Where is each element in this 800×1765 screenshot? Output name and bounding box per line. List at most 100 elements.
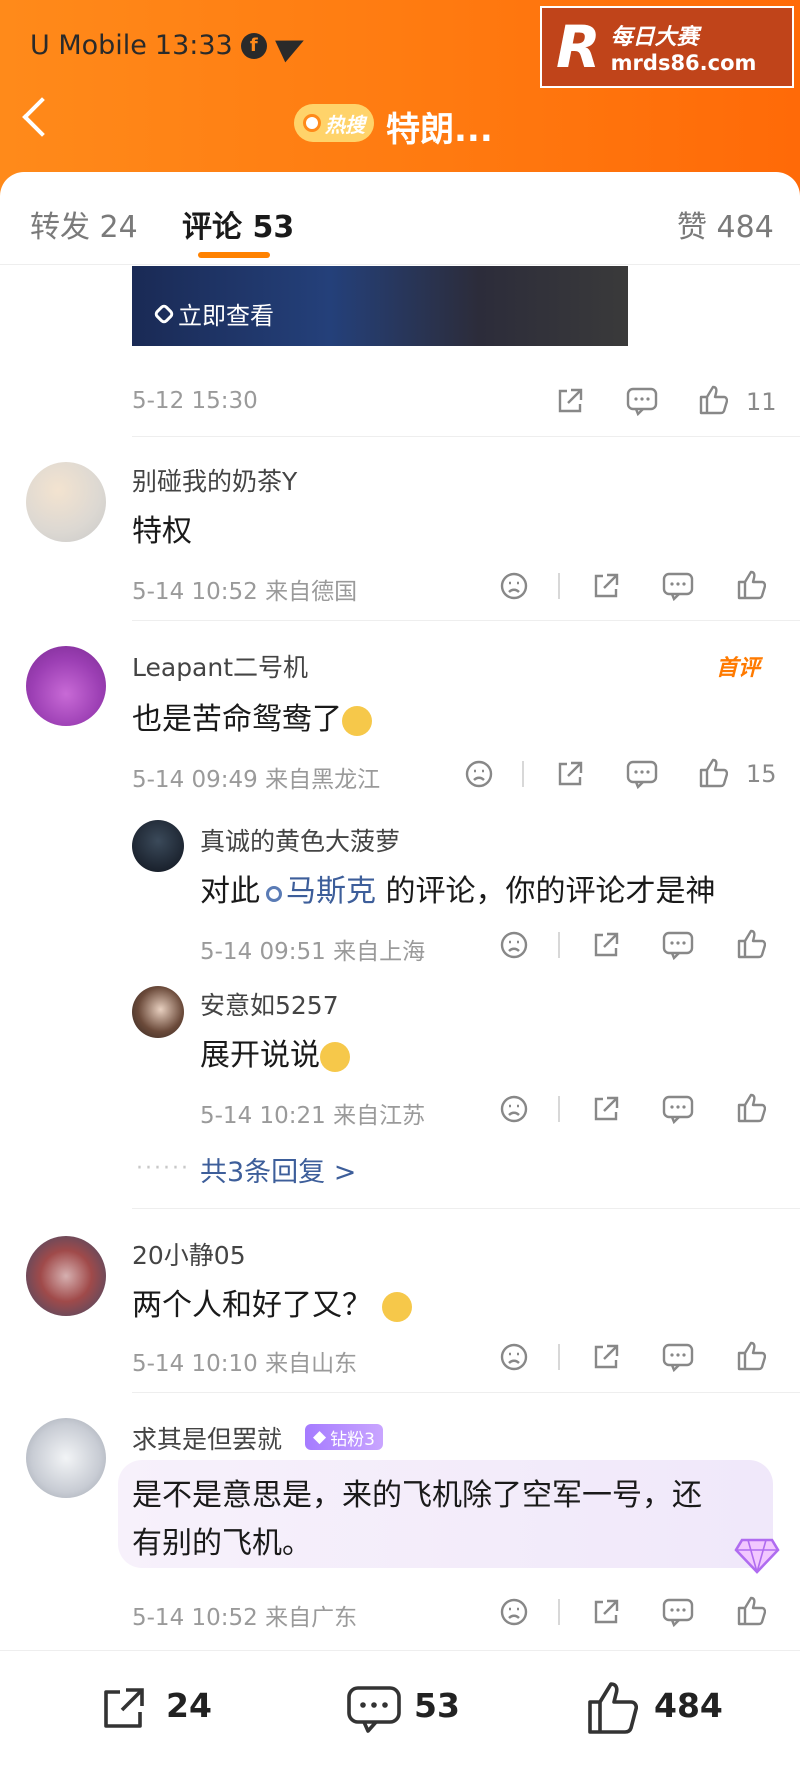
status-bar: U Mobile 13:33 f xyxy=(30,29,309,62)
hot-search-badge[interactable]: 热搜 xyxy=(294,104,374,142)
comment-meta: 5-14 10:52 来自德国 xyxy=(132,579,358,605)
like-icon[interactable] xyxy=(698,757,728,789)
comment-meta: 5-14 09:49 来自黑龙江 xyxy=(132,767,381,793)
repost-button-icon[interactable] xyxy=(98,1684,150,1734)
separator xyxy=(558,1344,560,1370)
facebook-icon: f xyxy=(240,32,267,59)
page-title: 特朗... xyxy=(386,110,493,150)
diamond-icon xyxy=(734,1538,780,1574)
like-icon[interactable] xyxy=(698,384,728,416)
share-icon[interactable] xyxy=(591,930,621,960)
search-icon xyxy=(303,114,321,132)
comment-meta: 5-14 10:10 来自山东 xyxy=(132,1351,358,1377)
clock: 13:33 xyxy=(154,30,233,61)
share-icon[interactable] xyxy=(591,1094,621,1124)
comment-username[interactable]: 20小静05 xyxy=(132,1236,246,1272)
dislike-face-icon[interactable] xyxy=(499,1342,529,1372)
video-card[interactable]: 立即查看 xyxy=(132,266,628,346)
share-icon[interactable] xyxy=(591,571,621,601)
separator xyxy=(558,573,560,599)
like-button-icon[interactable] xyxy=(586,1680,638,1736)
share-icon[interactable] xyxy=(555,759,585,789)
fan-level-badge: ◆ 钻粉3 xyxy=(305,1424,383,1450)
avatar[interactable] xyxy=(26,646,106,726)
avatar[interactable] xyxy=(26,462,106,542)
dislike-face-icon[interactable] xyxy=(499,1597,529,1627)
comment-icon[interactable] xyxy=(662,1597,694,1627)
like-icon[interactable] xyxy=(736,1092,766,1124)
comment-username[interactable]: Leapant二号机 xyxy=(132,648,308,684)
dislike-face-icon[interactable] xyxy=(499,930,529,960)
reply-text: 对此 马斯克 的评论，你的评论才是神 xyxy=(200,874,716,909)
diamond-icon: ◆ xyxy=(313,1427,327,1447)
telegram-icon xyxy=(274,29,309,62)
share-icon[interactable] xyxy=(591,1597,621,1627)
comment-text: 特权 xyxy=(132,514,192,549)
separator xyxy=(522,761,524,787)
comment-icon[interactable] xyxy=(662,571,694,601)
reply-meta: 5-14 09:51 来自上海 xyxy=(200,939,426,965)
more-replies-link[interactable]: 共3条回复 > xyxy=(200,1150,356,1189)
like-count[interactable]: 484 xyxy=(654,1686,723,1725)
dislike-face-icon[interactable] xyxy=(464,759,494,789)
comment-username[interactable]: 别碰我的奶茶Y xyxy=(132,462,297,498)
comment-meta: 5-14 10:52 来自广东 xyxy=(132,1605,358,1631)
comment-icon[interactable] xyxy=(626,759,658,789)
watermark-name: 每日大赛 xyxy=(610,25,699,50)
comment-text-line: 是不是意思是，来的飞机除了空军一号，还 xyxy=(132,1478,702,1513)
reply-meta: 5-14 10:21 来自江苏 xyxy=(200,1103,426,1129)
reply-username[interactable]: 真诚的黄色大菠萝 xyxy=(200,822,400,858)
divider xyxy=(132,1208,800,1209)
watermark-logo: R 每日大赛 mrds86.com xyxy=(540,6,794,88)
comment-username[interactable]: 求其是但罢就 xyxy=(132,1420,282,1456)
like-icon[interactable] xyxy=(736,569,766,601)
doge-emoji-icon xyxy=(342,705,372,736)
watermark-letter: R xyxy=(556,13,601,81)
tab-likes[interactable]: 赞 484 xyxy=(677,202,774,246)
watermark-domain: mrds86.com xyxy=(610,51,757,75)
repost-count[interactable]: 24 xyxy=(166,1686,212,1725)
tab-comments[interactable]: 评论 53 xyxy=(182,202,294,246)
avatar[interactable] xyxy=(26,1236,106,1316)
comment-like-count: 15 xyxy=(746,760,777,788)
active-tab-indicator xyxy=(198,252,270,258)
divider xyxy=(132,436,800,437)
share-icon[interactable] xyxy=(591,1342,621,1372)
separator xyxy=(558,1096,560,1122)
view-now-link[interactable]: 立即查看 xyxy=(152,296,274,331)
separator xyxy=(558,932,560,958)
reply-text: 展开说说 xyxy=(200,1030,350,1074)
dislike-face-icon[interactable] xyxy=(499,571,529,601)
tab-bar: 转发 24 评论 53 赞 484 xyxy=(0,172,800,265)
first-comment-badge: 首评 xyxy=(716,656,761,681)
comment-button-icon[interactable] xyxy=(346,1684,402,1736)
post-like-count: 11 xyxy=(746,388,777,416)
link-icon xyxy=(152,302,176,325)
doge-emoji-icon xyxy=(320,1041,350,1072)
avatar[interactable] xyxy=(132,986,184,1038)
comment-icon[interactable] xyxy=(662,930,694,960)
tab-reposts[interactable]: 转发 24 xyxy=(30,202,138,246)
like-icon[interactable] xyxy=(736,928,766,960)
like-icon[interactable] xyxy=(736,1340,766,1372)
like-icon[interactable] xyxy=(736,1595,766,1627)
laughing-emoji-icon xyxy=(381,1291,412,1322)
reply-username[interactable]: 安意如5257 xyxy=(200,986,339,1022)
divider xyxy=(132,1392,800,1393)
search-icon xyxy=(266,886,282,902)
post-time: 5-12 15:30 xyxy=(132,388,258,414)
comment-count[interactable]: 53 xyxy=(414,1686,460,1725)
comment-icon[interactable] xyxy=(626,386,658,416)
avatar[interactable] xyxy=(132,820,184,872)
avatar[interactable] xyxy=(26,1418,106,1498)
comment-icon[interactable] xyxy=(662,1342,694,1372)
divider xyxy=(132,620,800,621)
mention-link[interactable]: 马斯克 xyxy=(286,874,376,909)
carrier: U Mobile xyxy=(30,30,147,61)
share-icon[interactable] xyxy=(555,386,585,416)
comment-icon[interactable] xyxy=(662,1094,694,1124)
comment-text-line: 有别的飞机。 xyxy=(132,1526,312,1561)
dislike-face-icon[interactable] xyxy=(499,1094,529,1124)
comment-text: 两个人和好了又？ xyxy=(132,1280,412,1324)
replies-dots: ······ xyxy=(136,1156,190,1181)
